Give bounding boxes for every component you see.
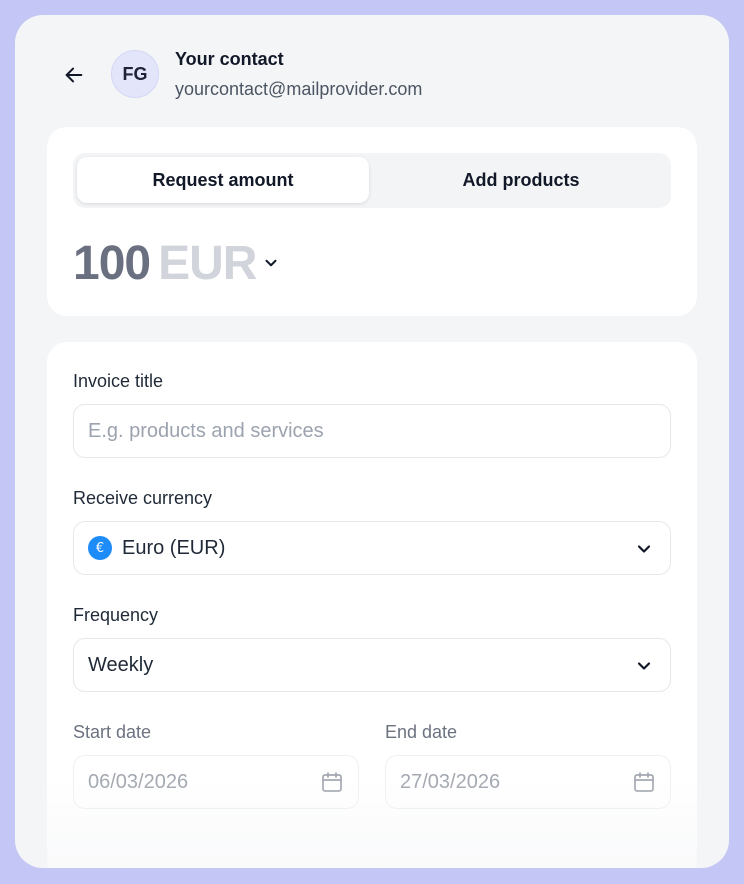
- invoice-title-label: Invoice title: [73, 371, 164, 391]
- chevron-down-icon: [637, 662, 651, 670]
- tab-request-amount[interactable]: Request amount: [77, 157, 369, 203]
- currency-dropdown-button[interactable]: [262, 253, 282, 273]
- contact-name: Your contact: [175, 49, 284, 69]
- end-date-field[interactable]: 27/03/2026: [385, 755, 671, 809]
- chevron-down-icon: [265, 259, 277, 267]
- avatar: FG: [111, 50, 159, 98]
- amount-currency[interactable]: EUR: [158, 236, 257, 291]
- invoice-title-field: [73, 404, 671, 458]
- tab-add-products[interactable]: Add products: [375, 157, 667, 203]
- end-date-value: 27/03/2026: [400, 770, 501, 793]
- contact-email: yourcontact@mailprovider.com: [175, 79, 423, 99]
- frequency-value: Weekly: [88, 653, 154, 676]
- start-date-field[interactable]: 06/03/2026: [73, 755, 359, 809]
- receive-currency-select[interactable]: € Euro (EUR): [73, 521, 671, 575]
- end-date-label: End date: [385, 722, 458, 742]
- calendar-icon[interactable]: [320, 770, 344, 794]
- amount-value[interactable]: 100: [73, 236, 151, 291]
- amount-card: Request amount Add products 100 EUR: [47, 127, 697, 316]
- calendar-icon[interactable]: [632, 770, 656, 794]
- frequency-label: Frequency: [73, 605, 159, 625]
- frequency-select[interactable]: Weekly: [73, 638, 671, 692]
- euro-icon: €: [88, 536, 112, 560]
- arrow-left-icon: [65, 67, 83, 83]
- mode-tabs: Request amount Add products: [73, 153, 671, 208]
- back-button[interactable]: [60, 61, 88, 89]
- start-date-value: 06/03/2026: [88, 770, 189, 793]
- receive-currency-label: Receive currency: [73, 488, 213, 508]
- receive-currency-value: Euro (EUR): [122, 536, 226, 559]
- chevron-down-icon: [637, 545, 651, 553]
- request-panel: FG Your contact yourcontact@mailprovider…: [15, 15, 729, 868]
- contact-header: FG Your contact yourcontact@mailprovider…: [15, 15, 729, 125]
- invoice-title-input[interactable]: [88, 419, 656, 443]
- invoice-form: Invoice title Receive currency € Euro (E…: [47, 342, 697, 868]
- amount-display: 100 EUR: [73, 235, 282, 291]
- start-date-label: Start date: [73, 722, 152, 742]
